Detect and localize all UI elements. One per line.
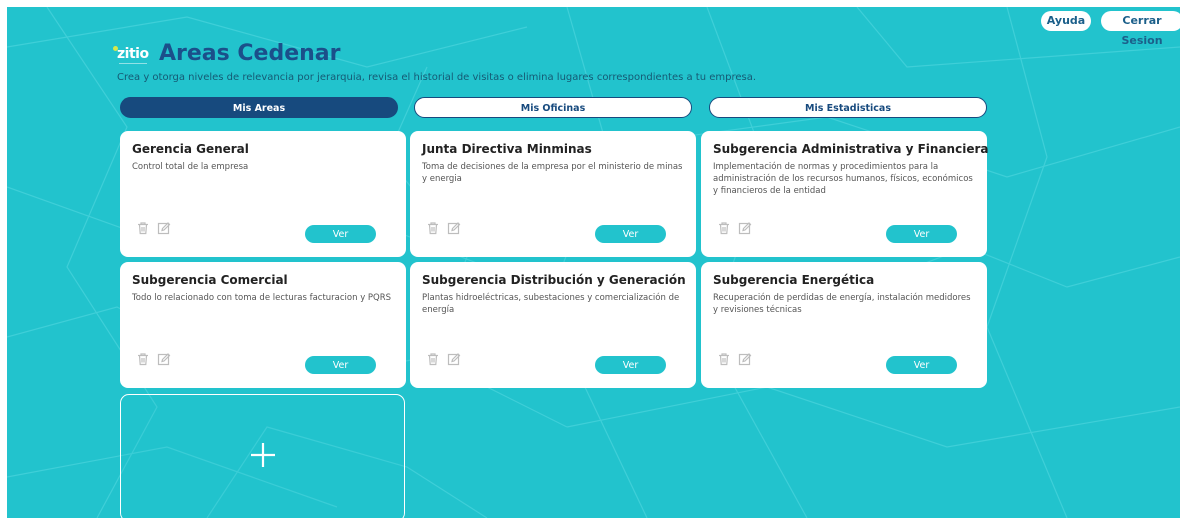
area-card: Subgerencia Administrativa y Financiera …	[701, 131, 989, 257]
trash-icon[interactable]	[136, 221, 150, 235]
help-button[interactable]: Ayuda	[1041, 11, 1091, 31]
page-subtitle: Crea y otorga niveles de relevancia por …	[117, 72, 757, 83]
area-card-title: Subgerencia Administrativa y Financiera	[713, 142, 989, 156]
edit-icon[interactable]	[447, 352, 461, 366]
trash-icon[interactable]	[426, 221, 440, 235]
area-card: Junta Directiva Minminas Toma de decisio…	[410, 131, 696, 257]
area-card-title: Subgerencia Distribución y Generación	[422, 273, 686, 287]
view-button[interactable]: Ver	[886, 225, 957, 243]
zitio-logo: zitio	[113, 46, 155, 70]
edit-icon[interactable]	[738, 221, 752, 235]
view-button[interactable]: Ver	[595, 356, 666, 374]
area-card-description: Control total de la empresa	[132, 162, 249, 172]
area-card-title: Junta Directiva Minminas	[422, 142, 592, 156]
edit-icon[interactable]	[447, 221, 461, 235]
trash-icon[interactable]	[717, 352, 731, 366]
area-card-description: Toma de decisiones de la empresa por el …	[422, 162, 683, 184]
trash-icon[interactable]	[426, 352, 440, 366]
view-button[interactable]: Ver	[595, 225, 666, 243]
tab-mis-estadisticas[interactable]: Mis Estadisticas	[709, 97, 987, 118]
plus-icon	[251, 443, 275, 467]
area-card-title: Gerencia General	[132, 142, 249, 156]
area-card-description: Recuperación de perdidas de energía, ins…	[713, 293, 971, 315]
area-card-title: Subgerencia Energética	[713, 273, 875, 287]
trash-icon[interactable]	[717, 221, 731, 235]
logo-text: zitio	[117, 46, 149, 62]
page-title: Areas Cedenar	[159, 41, 341, 66]
area-card: Subgerencia Energética Recuperación de p…	[701, 262, 987, 388]
view-button[interactable]: Ver	[305, 356, 376, 374]
tab-mis-oficinas[interactable]: Mis Oficinas	[414, 97, 692, 118]
view-button[interactable]: Ver	[886, 356, 957, 374]
area-card-description: Todo lo relacionado con toma de lecturas…	[132, 293, 392, 303]
tab-mis-areas[interactable]: Mis Areas	[120, 97, 398, 118]
add-area-card[interactable]	[120, 394, 405, 518]
edit-icon[interactable]	[157, 221, 171, 235]
logo-underline	[119, 63, 147, 64]
logout-button[interactable]: Cerrar Sesion	[1101, 11, 1180, 47]
app-canvas: Ayuda Cerrar Sesion zitio Areas Cedenar …	[7, 7, 1180, 518]
area-card-description: Implementación de normas y procedimiento…	[713, 162, 973, 196]
edit-icon[interactable]	[157, 352, 171, 366]
area-card-description: Plantas hidroeléctricas, subestaciones y…	[422, 293, 680, 315]
area-card: Subgerencia Distribución y Generación Pl…	[410, 262, 696, 388]
area-card: Subgerencia Comercial Todo lo relacionad…	[120, 262, 406, 388]
area-card-title: Subgerencia Comercial	[132, 273, 288, 287]
edit-icon[interactable]	[738, 352, 752, 366]
area-card: Gerencia General Control total de la emp…	[120, 131, 406, 257]
trash-icon[interactable]	[136, 352, 150, 366]
view-button[interactable]: Ver	[305, 225, 376, 243]
